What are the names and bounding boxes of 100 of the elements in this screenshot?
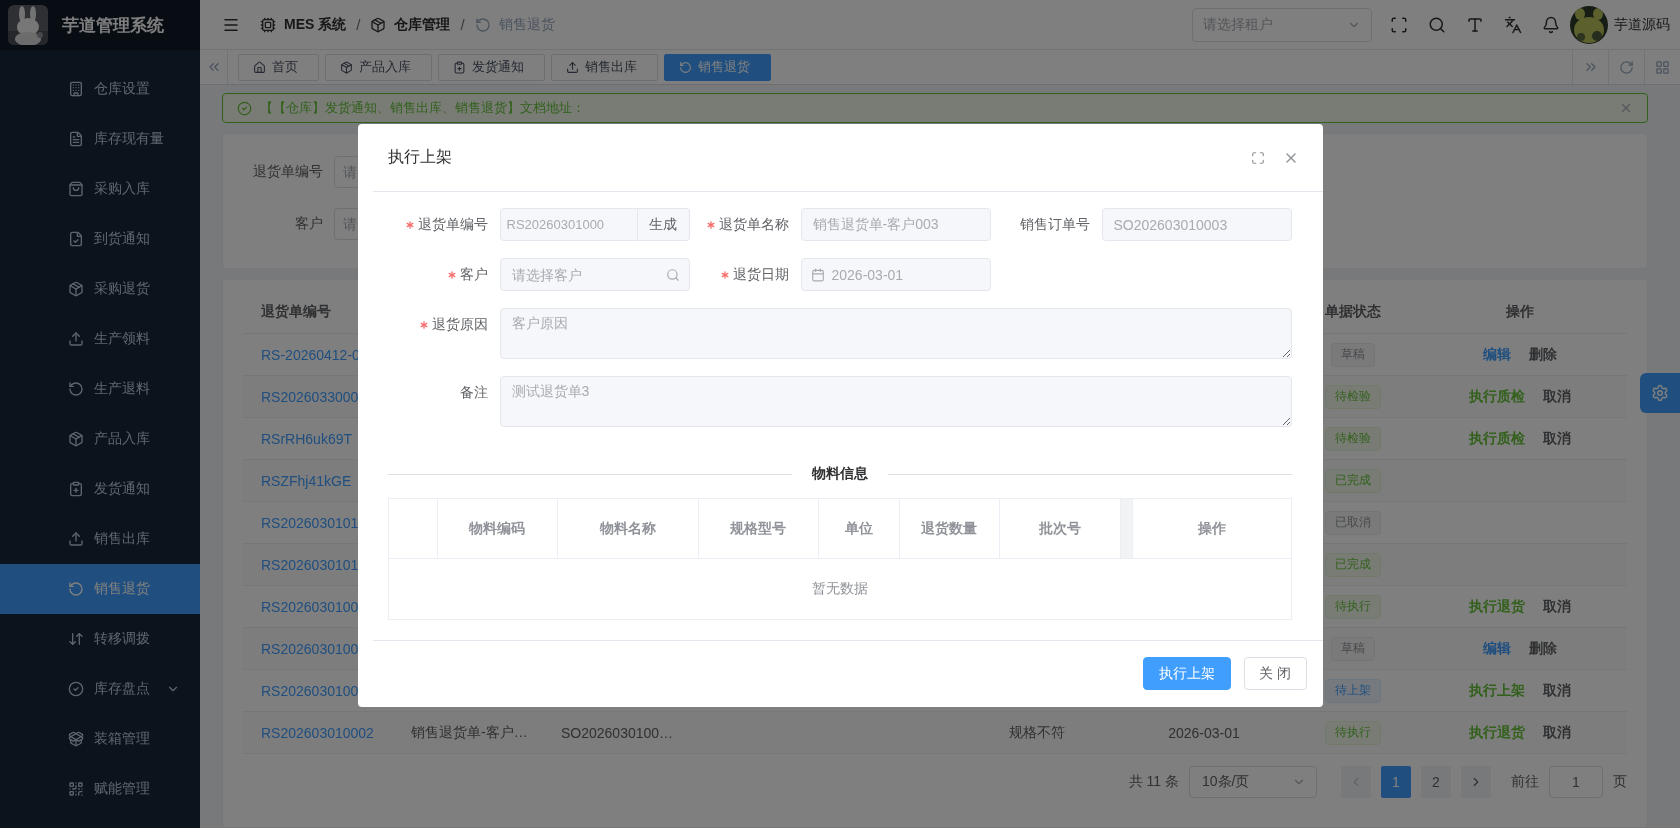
- field-label: 退货单编号: [417, 215, 488, 234]
- table-cell-text: SO2026030100…: [560, 724, 674, 741]
- rotate-icon: [68, 581, 84, 597]
- alert-text: 【【仓库】发货通知、销售出库、销售退货】文档地址：: [260, 99, 586, 117]
- status-tag: 待上架: [1325, 678, 1381, 703]
- breadcrumb-separator: /: [460, 16, 465, 33]
- search-icon: [1428, 15, 1446, 34]
- column-header: 退货单编号: [260, 302, 331, 321]
- sidebar-item[interactable]: 生产退料: [0, 364, 200, 414]
- search-icon: [665, 268, 680, 282]
- page-tab[interactable]: 首页: [238, 53, 319, 81]
- action-link[interactable]: 执行质检: [1468, 387, 1525, 406]
- breadcrumb-link[interactable]: 仓库管理: [394, 15, 451, 34]
- table-cell-text: 销售退货单-客户…: [410, 723, 528, 742]
- clipboard-plus-icon: [68, 481, 84, 497]
- page-jump-field[interactable]: 1: [1549, 766, 1603, 798]
- action-link[interactable]: 取消: [1542, 723, 1571, 742]
- column-header: 物料名称: [556, 499, 698, 558]
- page-number-button[interactable]: 1: [1381, 766, 1411, 798]
- page-size-select[interactable]: 10条/页: [1189, 766, 1317, 798]
- page-tab[interactable]: 销售出库: [551, 53, 658, 81]
- document-icon: [68, 131, 84, 147]
- column-header: 操作: [1131, 499, 1291, 558]
- swap-arrows-icon: [68, 631, 84, 647]
- total-count: 共 11 条: [1128, 773, 1179, 791]
- sidebar-item[interactable]: 赋能管理: [0, 764, 200, 814]
- status-tag: 待检验: [1325, 426, 1381, 451]
- form-label: 退货单编号: [252, 163, 323, 181]
- box-icon: [68, 281, 84, 297]
- box-icon: [340, 60, 353, 74]
- status-tag: 待执行: [1325, 720, 1381, 745]
- action-link[interactable]: 编辑: [1482, 639, 1511, 658]
- close-icon[interactable]: [1619, 101, 1633, 115]
- page-tab[interactable]: 产品入库: [325, 53, 432, 81]
- section-title: 物料信息: [810, 465, 869, 483]
- action-link[interactable]: 执行退货: [1468, 723, 1525, 742]
- user-name[interactable]: 芋道源码: [1614, 15, 1670, 34]
- rotate-icon: [679, 60, 692, 74]
- sidebar-item[interactable]: 采购入库: [0, 164, 200, 214]
- settings-button[interactable]: [1640, 373, 1680, 413]
- close-dialog-button[interactable]: 关 闭: [1243, 657, 1307, 690]
- sidebar-item[interactable]: 转移调拨: [0, 614, 200, 664]
- action-link[interactable]: 执行质检: [1468, 429, 1525, 448]
- app-title: 芋道管理系统: [62, 14, 164, 37]
- field-label: 退货日期: [732, 265, 789, 284]
- column-header: 退货数量: [898, 499, 999, 558]
- column-header: 单位: [817, 499, 899, 558]
- action-link[interactable]: 取消: [1542, 681, 1571, 700]
- action-link[interactable]: 取消: [1542, 429, 1571, 448]
- sidebar-item[interactable]: 销售退货: [0, 564, 200, 614]
- page-suffix: 页: [1613, 773, 1627, 791]
- status-tag: 待检验: [1325, 384, 1381, 409]
- sidebar-item[interactable]: 到货通知: [0, 214, 200, 264]
- sidebar-item[interactable]: 库存盘点: [0, 664, 200, 714]
- breadcrumb-link[interactable]: MES 系统: [284, 15, 347, 34]
- clipboard-plus-icon: [453, 60, 466, 74]
- check-circle-icon: [237, 100, 252, 116]
- field-label: 备注: [459, 383, 488, 402]
- page-tab[interactable]: 销售退货: [664, 53, 771, 81]
- table-cell: 规格不符: [1008, 723, 1065, 742]
- page-tab[interactable]: 发货通知: [438, 53, 545, 81]
- sidebar-item[interactable]: 生产领料: [0, 314, 200, 364]
- action-link[interactable]: 取消: [1542, 387, 1571, 406]
- upload-icon: [68, 531, 84, 547]
- column-header: 规格型号: [697, 499, 818, 558]
- settings-icon: [1651, 384, 1669, 402]
- action-link[interactable]: 执行退货: [1468, 597, 1525, 616]
- translate-icon: [1504, 15, 1522, 34]
- qr-code-icon: [68, 781, 84, 797]
- next-page-button[interactable]: [1461, 766, 1491, 798]
- sidebar-item[interactable]: 装箱管理: [0, 714, 200, 764]
- calendar-icon: [810, 268, 825, 282]
- upload-icon: [566, 60, 579, 74]
- sidebar-item[interactable]: 销售出库: [0, 514, 200, 564]
- fullscreen-icon: [1390, 15, 1408, 34]
- action-link[interactable]: 删除: [1528, 639, 1557, 658]
- action-link[interactable]: 删除: [1528, 345, 1557, 364]
- order-link[interactable]: RS202603010002: [243, 724, 401, 741]
- sidebar-item[interactable]: 产品入库: [0, 414, 200, 464]
- action-link[interactable]: 执行上架: [1468, 681, 1525, 700]
- chip-icon: [260, 16, 276, 33]
- sidebar-item[interactable]: 库存现有量: [0, 114, 200, 164]
- table-cell: 2026-03-01: [1168, 724, 1240, 741]
- action-link[interactable]: 编辑: [1482, 345, 1511, 364]
- rotate-icon: [68, 381, 84, 397]
- grid-icon: [1655, 59, 1670, 75]
- goto-label: 前往: [1511, 773, 1539, 791]
- sidebar-item[interactable]: 发货通知: [0, 464, 200, 514]
- confirm-button[interactable]: 执行上架: [1142, 657, 1231, 690]
- field-label: 客户: [459, 265, 488, 284]
- upload-icon: [68, 331, 84, 347]
- box-icon: [68, 431, 84, 447]
- fullscreen-button[interactable]: [1250, 150, 1265, 165]
- action-link[interactable]: 取消: [1542, 597, 1571, 616]
- status-tag: 已完成: [1325, 552, 1381, 577]
- home-icon: [253, 60, 266, 74]
- page-number-button[interactable]: 2: [1421, 766, 1451, 798]
- sidebar-item[interactable]: 采购退货: [0, 264, 200, 314]
- sidebar-item[interactable]: 仓库设置: [0, 64, 200, 114]
- field-label: 销售订单号: [1019, 215, 1090, 234]
